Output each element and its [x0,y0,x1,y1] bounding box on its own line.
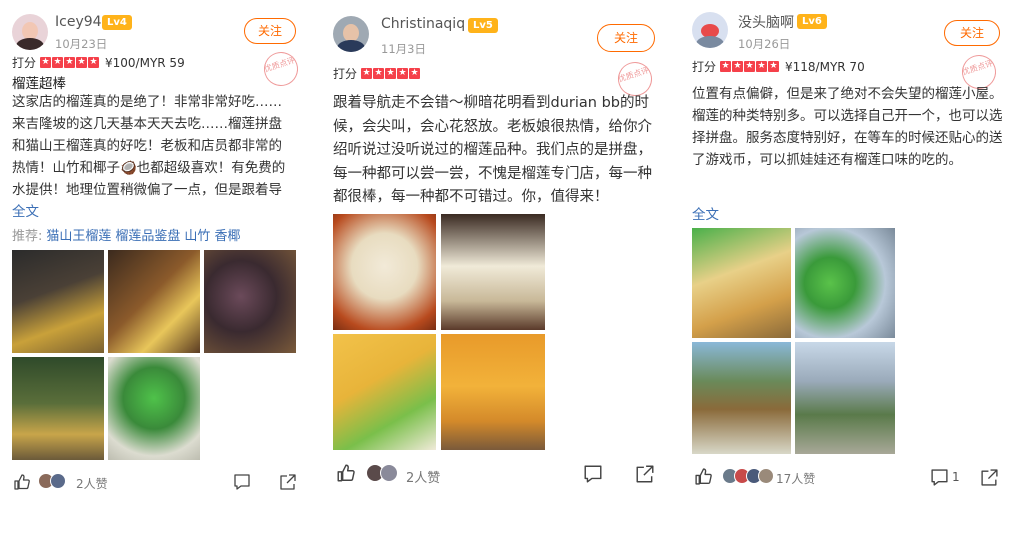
username[interactable]: Icey94 [55,14,102,30]
photo-durian-trays[interactable] [12,250,104,353]
star-icon: ★ [373,68,385,79]
avatar[interactable] [333,16,369,52]
recommend-tags: 推荐: 猫山王榴莲 榴莲品鉴盘 山竹 香椰 [12,225,240,244]
star-rating: ★ ★ ★ ★ ★ [720,61,780,72]
photo-durian-mascot[interactable] [108,357,200,460]
photo-container-house[interactable] [441,334,545,450]
photo-shop-exterior[interactable] [12,357,104,460]
share-icon[interactable] [635,464,655,484]
review-card: Icey94 Lv4 10月23日 关注 优质点评 打分 ★ ★ ★ ★ ★ ¥100/… [0,0,306,500]
tag-coconut[interactable]: 香椰 [214,229,240,244]
star-rating: ★ ★ ★ ★ ★ [40,57,100,68]
comment-icon[interactable] [930,468,949,487]
star-icon: ★ [409,68,421,79]
level-badge: Lv4 [102,15,132,30]
rating-row: 打分 ★ ★ ★ ★ ★ [333,65,426,82]
photo-durian-flesh[interactable] [108,250,200,353]
review-text: 这家店的榴莲真的是绝了！非常非常好吃……来吉隆坡的这几天基本天天去吃……榴莲拼盘… [12,94,286,198]
full-text-link[interactable]: 全文 [12,200,39,220]
star-rating: ★ ★ ★ ★ ★ [361,68,421,79]
liker-avatars[interactable] [366,464,398,482]
likes-count[interactable]: 17人赞 [776,470,815,487]
star-icon: ★ [732,61,744,72]
star-icon: ★ [361,68,373,79]
follow-button[interactable]: 关注 [944,20,1000,46]
review-date: 10月26日 [738,37,791,51]
liker-avatar [758,468,774,484]
tag-maoshanwang[interactable]: 猫山王榴莲 [46,229,111,244]
full-text-link[interactable]: 全文 [692,203,719,223]
follow-button[interactable]: 关注 [244,18,296,44]
share-icon[interactable] [279,473,297,491]
rating-row: 打分 ★ ★ ★ ★ ★ ¥100/MYR 59 [12,54,185,71]
username[interactable]: 没头脑啊 [738,12,794,32]
star-icon: ★ [88,57,100,68]
photo-durian-figure[interactable] [333,214,436,330]
photo-mangosteen[interactable] [204,250,296,353]
rating-label: 打分 [692,60,717,74]
tag-mangosteen[interactable]: 山竹 [184,229,210,244]
comment-count[interactable]: 1 [952,470,960,484]
likes-count[interactable]: 2人赞 [76,475,108,492]
star-icon: ★ [756,61,768,72]
star-icon: ★ [40,57,52,68]
review-text: 位置有点偏僻，但是来了绝对不会失望的榴莲小屋。榴莲的种类特别多。可以选择自己开一… [692,86,1003,168]
review-card: 没头脑啊 Lv6 10月26日 关注 优质点评 打分 ★ ★ ★ ★ ★ ¥118/MY… [684,0,1018,500]
star-icon: ★ [52,57,64,68]
liker-avatars[interactable] [722,468,774,484]
rating-row: 打分 ★ ★ ★ ★ ★ ¥118/MYR 70 [692,58,865,75]
review-date: 10月23日 [55,37,108,51]
price: ¥100/MYR 59 [105,55,185,70]
liker-avatars[interactable] [38,473,66,489]
avatar[interactable] [692,12,728,48]
review-title: 榴莲超棒 [12,76,66,92]
tag-tasting-plate[interactable]: 榴莲品鉴盘 [115,229,180,244]
price: ¥118/MYR 70 [785,59,865,74]
photo-city-street[interactable] [795,342,895,454]
comment-icon[interactable] [583,464,603,484]
level-badge: Lv5 [468,18,498,33]
comment-icon[interactable] [233,473,251,491]
follow-button[interactable]: 关注 [597,24,655,52]
recommend-label: 推荐: [12,229,43,244]
photo-durian-plates[interactable] [441,214,545,330]
photo-durian-stall[interactable] [692,228,791,338]
username[interactable]: Christinaqiq [381,16,465,32]
review-date: 11月3日 [381,42,426,56]
rating-label: 打分 [12,56,37,70]
avatar[interactable] [12,14,48,50]
star-icon: ★ [720,61,732,72]
liker-avatar [380,464,398,482]
share-icon[interactable] [980,468,999,487]
level-badge: Lv6 [797,14,827,29]
liker-avatar [50,473,66,489]
photo-durianbb-mural[interactable] [333,334,436,450]
quality-review-stamp: 优质点评 [259,47,303,91]
review-card: Christinaqiq Lv5 11月3日 关注 优质点评 打分 ★ ★ ★ ★ ★ … [318,0,676,500]
star-icon: ★ [76,57,88,68]
star-icon: ★ [385,68,397,79]
photo-mascot-street[interactable] [795,228,895,338]
star-icon: ★ [64,57,76,68]
thumb-up-icon[interactable] [13,473,31,491]
star-icon: ★ [768,61,780,72]
star-icon: ★ [744,61,756,72]
thumb-up-icon[interactable] [336,463,356,483]
rating-label: 打分 [333,67,358,81]
review-text: 跟着导航走不会错～柳暗花明看到durian bb的时候，会尖叫，会心花怒放。老板… [333,95,652,205]
star-icon: ★ [397,68,409,79]
thumb-up-icon[interactable] [694,467,713,486]
photo-hut-exterior[interactable] [692,342,791,454]
likes-count[interactable]: 2人赞 [406,467,440,486]
